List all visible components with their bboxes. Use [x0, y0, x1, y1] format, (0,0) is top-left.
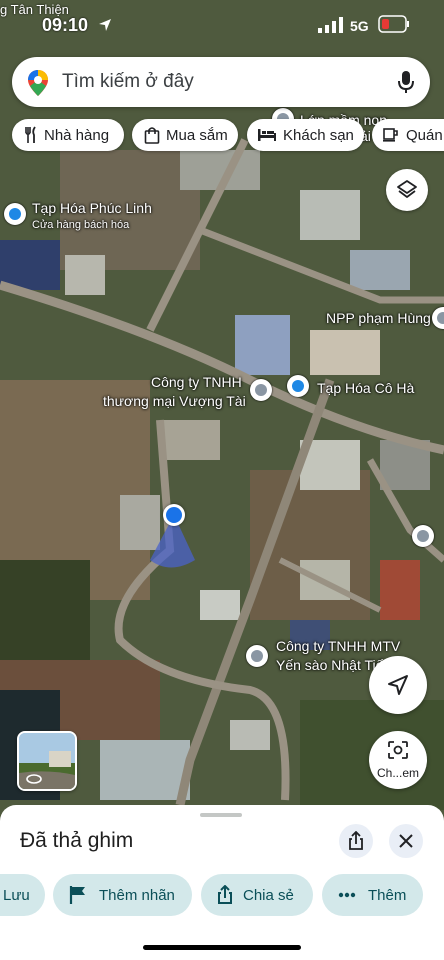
lens-button-label: Ch...em [376, 766, 419, 780]
current-location-dot [163, 504, 185, 526]
company-label-vuong-tai-line1[interactable]: Công ty TNHH [151, 374, 242, 390]
shop-label-co-ha[interactable]: Tạp Hóa Cô Hà [317, 380, 414, 396]
layers-icon [397, 180, 417, 198]
share-button[interactable]: Chia sẻ [201, 874, 313, 916]
google-maps-pin-icon [28, 70, 48, 96]
save-label: Lưu [3, 886, 30, 904]
save-button[interactable]: Lưu [0, 874, 45, 916]
fork-knife-icon [25, 126, 36, 143]
layers-button[interactable] [386, 169, 428, 211]
shopping-bag-icon [144, 127, 160, 144]
battery-icon [378, 15, 409, 33]
more-button[interactable]: Thêm [322, 874, 423, 916]
chip-cafes[interactable]: Quán [372, 119, 444, 151]
street-view-rotate-icon [26, 774, 42, 784]
camera-lens-icon [388, 741, 408, 759]
my-location-button[interactable] [369, 656, 427, 714]
more-icon [338, 892, 356, 898]
more-label: Thêm [368, 886, 407, 904]
search-placeholder[interactable]: Tìm kiếm ở đây [62, 71, 194, 93]
chip-hotels-label: Khách sạn [283, 126, 354, 144]
share-icon [218, 885, 232, 904]
chip-restaurants[interactable]: Nhà hàng [12, 119, 124, 151]
flag-icon [69, 886, 85, 904]
coffee-icon [383, 128, 398, 142]
street-view-thumbnail[interactable] [17, 731, 77, 791]
dropped-pin-sheet: Đã thả ghim Lưu Thêm nhãn Chia sẻ Thêm [0, 805, 444, 960]
chip-shopping-label: Mua sắm [166, 126, 228, 144]
shop-label-phuc-linh[interactable]: Tạp Hóa Phúc Linh [32, 200, 152, 216]
add-label-label: Thêm nhãn [99, 886, 175, 904]
signal-icon [318, 17, 343, 33]
add-label-button[interactable]: Thêm nhãn [53, 874, 192, 916]
chip-hotels[interactable]: Khách sạn [247, 119, 364, 151]
company-label-vuong-tai-line2[interactable]: thương mại Vượng Tài [103, 393, 246, 409]
bed-icon [258, 129, 276, 141]
lens-button[interactable] [369, 731, 427, 789]
share-icon [349, 831, 363, 850]
chip-cafes-label: Quán [406, 126, 443, 144]
chip-shopping[interactable]: Mua sắm [132, 119, 238, 151]
close-icon [399, 834, 413, 848]
close-button[interactable] [389, 824, 423, 858]
microphone-icon[interactable] [398, 70, 414, 94]
company-pin-vuong-tai[interactable] [250, 379, 272, 401]
shop-pin-phuc-linh[interactable] [4, 203, 26, 225]
home-indicator [143, 945, 301, 950]
company-label-yen-sao-line1[interactable]: Công ty TNHH MTV [276, 638, 400, 654]
poi-label-npp-pham-hung[interactable]: NPP phạm Hùng [326, 310, 431, 326]
status-time: 09:10 [42, 15, 89, 35]
chip-restaurants-label: Nhà hàng [44, 126, 110, 144]
shop-sublabel-phuc-linh: Cửa hàng bách hóa [32, 219, 130, 231]
search-bar[interactable]: Tìm kiếm ở đây [12, 57, 430, 107]
sheet-title: Đã thả ghim [20, 829, 134, 852]
share-sheet-button[interactable] [339, 824, 373, 858]
poi-pin-right-edge[interactable] [412, 525, 434, 547]
network-type: 5G [350, 18, 369, 34]
location-arrow-icon [99, 19, 111, 31]
company-pin-yen-sao[interactable] [246, 645, 268, 667]
sheet-drag-handle[interactable] [200, 813, 242, 817]
shop-pin-co-ha[interactable] [287, 375, 309, 397]
status-bar: g Tân Thiện 09:10 5G [0, 0, 444, 44]
share-label: Chia sẻ [243, 886, 294, 904]
navigation-arrow-icon [388, 675, 408, 695]
category-chips: Nhà hàng Mua sắm Khách sạn Quán [12, 119, 444, 153]
